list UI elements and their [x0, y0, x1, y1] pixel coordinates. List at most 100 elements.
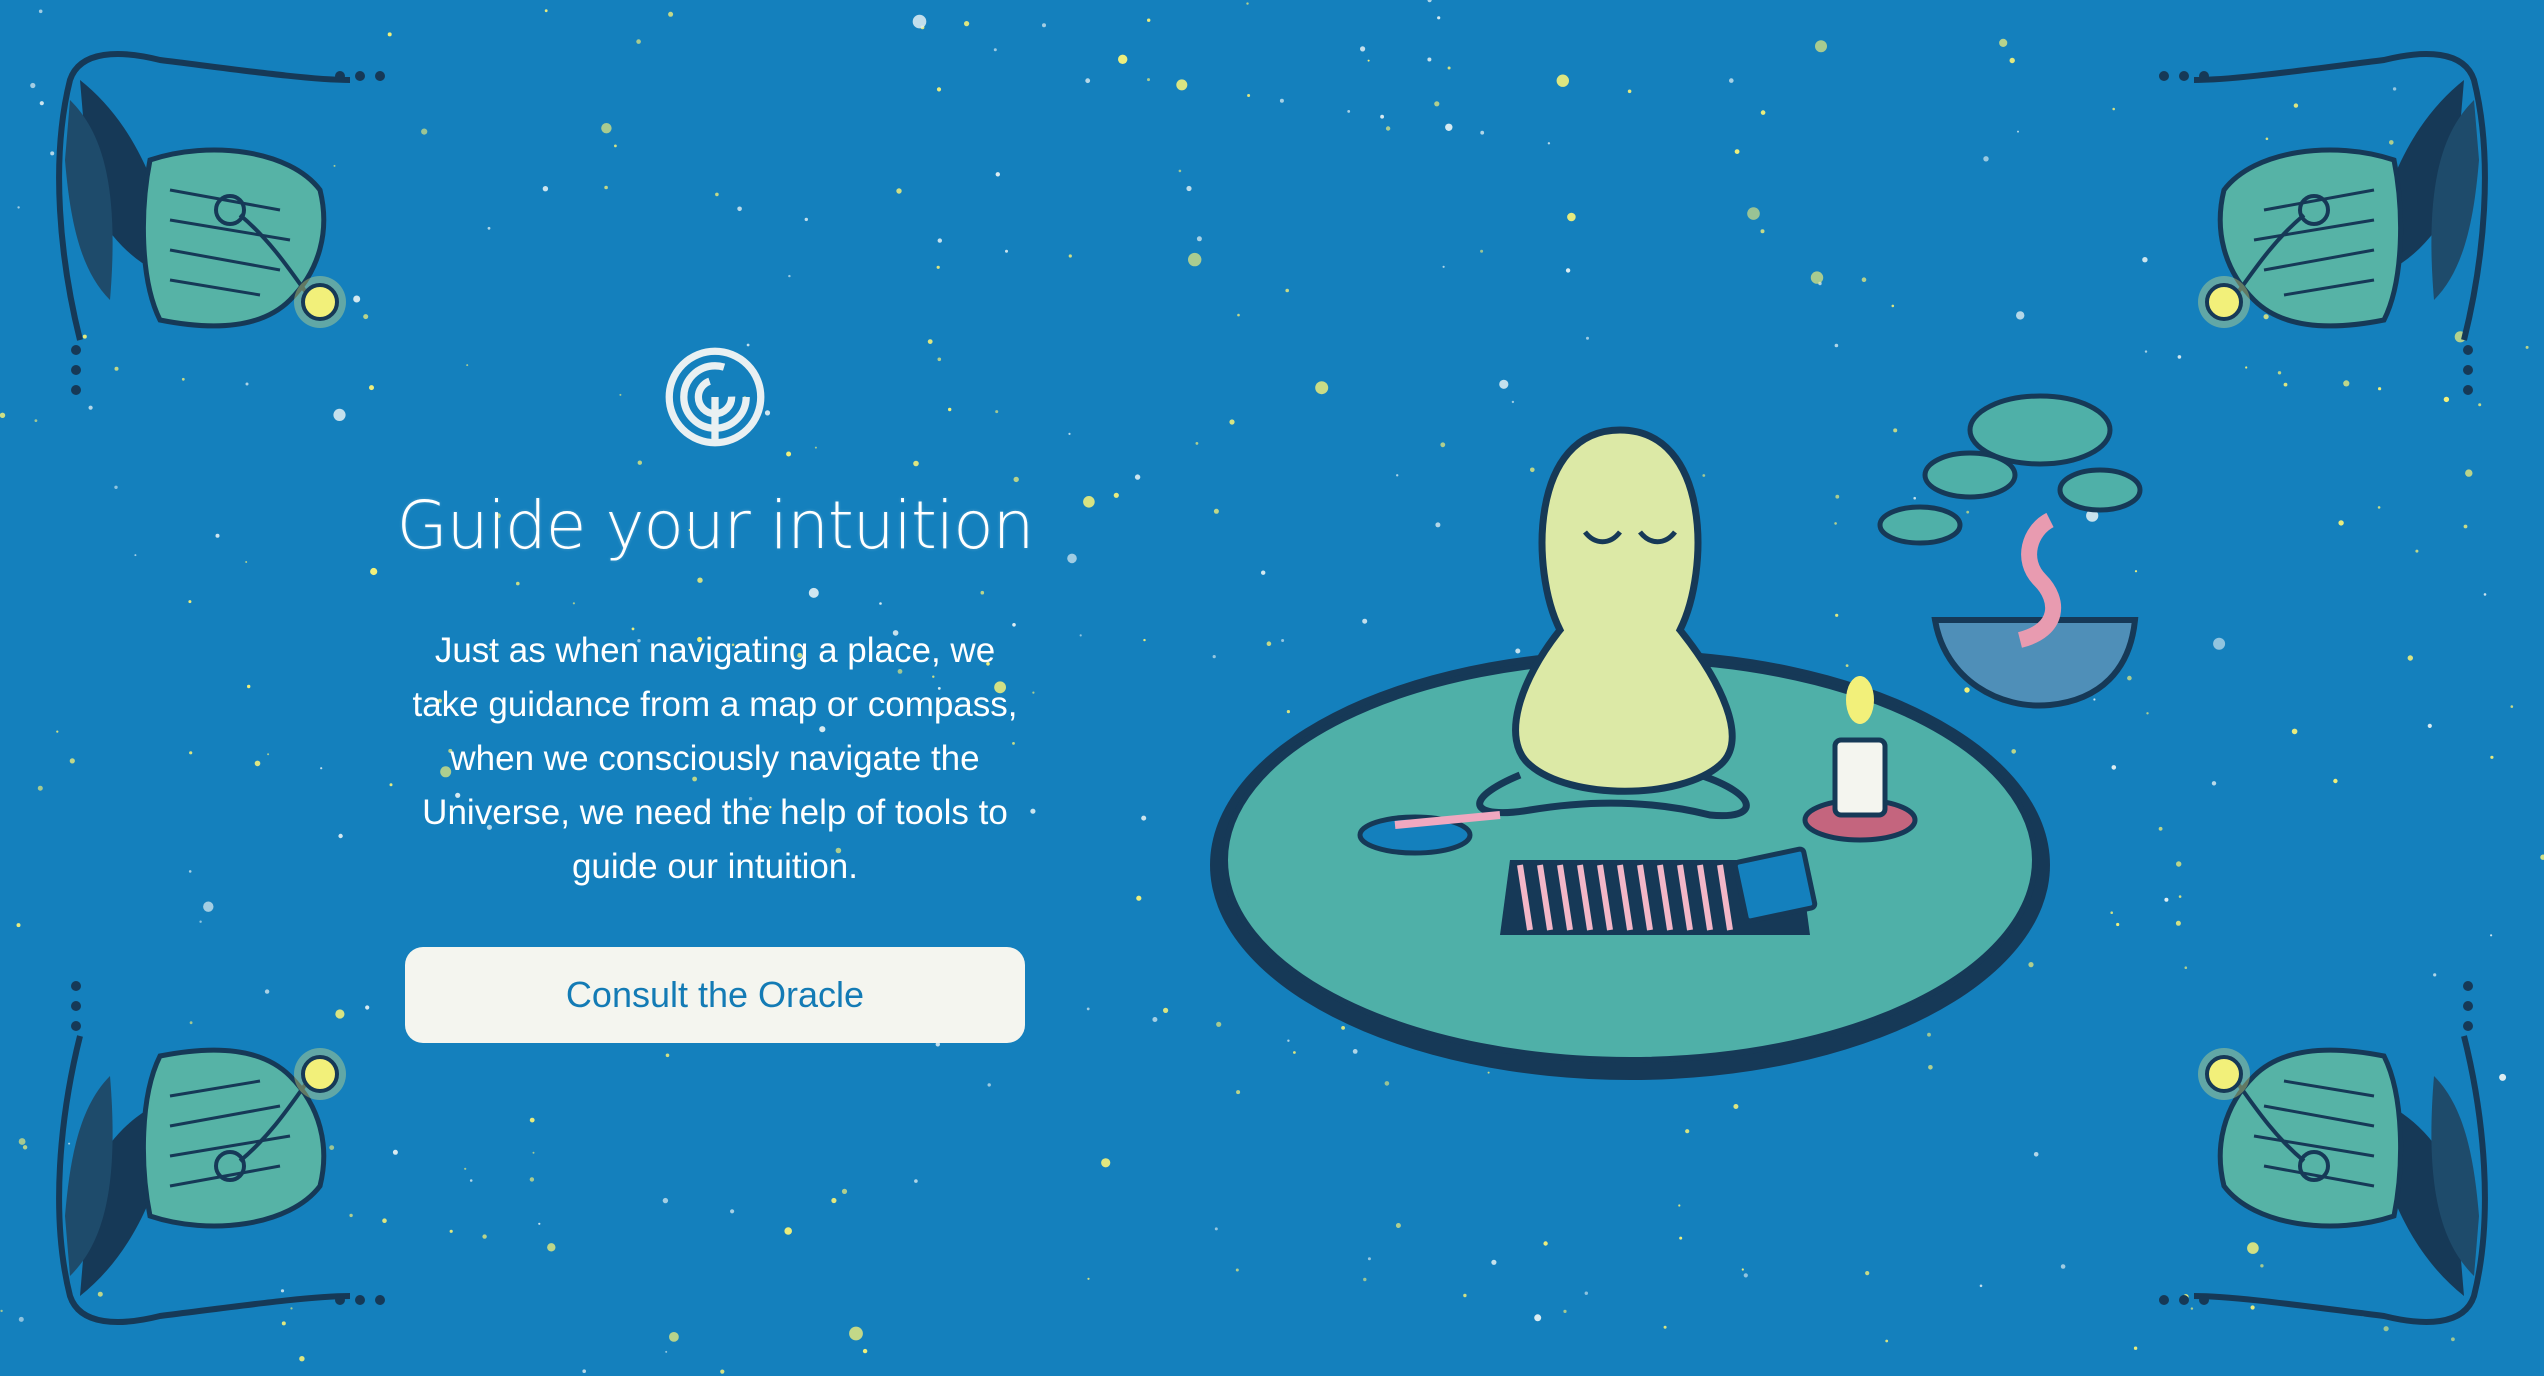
star-dot: [1979, 1284, 1983, 1288]
star-dot: [56, 730, 59, 733]
star-dot: [1810, 271, 1824, 284]
star-dot: [1760, 229, 1765, 234]
star-dot: [1347, 110, 1351, 113]
star-dot: [529, 1177, 535, 1182]
star-dot: [247, 684, 251, 689]
star-dot: [1134, 474, 1141, 480]
star-dot: [665, 1053, 670, 1058]
star-dot: [1427, 0, 1432, 3]
star-dot: [389, 783, 393, 787]
star-dot: [38, 9, 43, 14]
star-dot: [1367, 59, 1370, 62]
star-dot: [1188, 252, 1202, 267]
star-dot: [22, 1145, 28, 1150]
consult-oracle-button[interactable]: Consult the Oracle: [405, 947, 1025, 1043]
star-dot: [601, 123, 612, 134]
star-dot: [529, 1117, 535, 1123]
star-dot: [487, 226, 491, 230]
star-dot: [1565, 268, 1571, 273]
star-dot: [995, 172, 1000, 177]
star-dot: [1196, 236, 1202, 242]
star-dot: [2333, 778, 2338, 784]
star-dot: [538, 1222, 541, 1225]
star-dot: [2377, 506, 2381, 509]
star-dot: [1480, 249, 1484, 253]
star-dot: [669, 1332, 679, 1342]
star-dot: [1363, 1277, 1367, 1282]
star-dot: [936, 87, 942, 92]
star-dot: [2415, 549, 2419, 553]
star-dot: [927, 339, 933, 344]
star-dot: [34, 419, 38, 422]
fern-leaf-icon: [56, 51, 385, 395]
star-dot: [2060, 1264, 2066, 1269]
star-dot: [0, 1309, 3, 1313]
star-dot: [1085, 78, 1091, 84]
star-dot: [1247, 94, 1251, 97]
star-dot: [30, 82, 36, 89]
star-dot: [964, 21, 970, 27]
star-dot: [203, 901, 214, 912]
star-dot: [2133, 1346, 2138, 1350]
star-dot: [37, 785, 43, 791]
star-dot: [896, 188, 902, 194]
star-dot: [1861, 277, 1867, 283]
star-dot: [1380, 114, 1384, 119]
star-dot: [245, 561, 248, 563]
star-dot: [0, 412, 6, 418]
star-dot: [2175, 920, 2181, 926]
star-dot: [841, 1188, 848, 1194]
star-dot: [1186, 185, 1192, 192]
star-dot: [1176, 79, 1188, 91]
star-dot: [2178, 895, 2182, 898]
star-dot: [1067, 553, 1077, 564]
star-dot: [1163, 1007, 1169, 1014]
star-dot: [482, 1234, 487, 1239]
star-dot: [469, 1179, 473, 1182]
star-dot: [254, 760, 261, 767]
star-dot: [1279, 98, 1284, 103]
star-dot: [1563, 1309, 1567, 1313]
star-dot: [2291, 728, 2298, 735]
star-dot: [1367, 1257, 1371, 1261]
star-dot: [2490, 755, 2494, 759]
star-dot: [662, 1197, 669, 1204]
star-dot: [1235, 1268, 1239, 1272]
star-dot: [1743, 1273, 1748, 1278]
star-dot: [1437, 16, 1441, 20]
star-dot: [2407, 655, 2413, 661]
star-dot: [299, 1356, 305, 1362]
star-dot: [937, 238, 942, 243]
star-dot: [1983, 156, 1989, 162]
star-dot: [1729, 78, 1734, 83]
star-dot: [18, 1316, 24, 1322]
star-dot: [1447, 66, 1451, 70]
bonsai-tree-icon: [1877, 393, 2143, 709]
star-dot: [1285, 288, 1289, 293]
star-dot: [636, 39, 641, 44]
star-dot: [730, 1209, 735, 1214]
star-dot: [2338, 520, 2344, 526]
star-dot: [1547, 142, 1551, 145]
star-dot: [1760, 110, 1766, 115]
fern-leaf-icon: [56, 981, 385, 1325]
star-dot: [788, 274, 791, 278]
star-dot: [1083, 496, 1095, 508]
star-dot: [1865, 1271, 1870, 1276]
star-dot: [17, 206, 20, 209]
star-dot: [2017, 130, 2019, 133]
star-dot: [2463, 524, 2468, 529]
star-dot: [1101, 1158, 1111, 1168]
star-dot: [2176, 861, 2182, 867]
star-dot: [2540, 854, 2544, 860]
star-dot: [320, 767, 323, 770]
fern-leaf-icon: [2159, 981, 2488, 1325]
star-dot: [1427, 57, 1432, 62]
star-dot: [544, 9, 548, 13]
star-dot: [532, 1151, 535, 1154]
star-dot: [665, 1350, 668, 1353]
star-dot: [370, 567, 378, 576]
star-dot: [188, 600, 192, 604]
star-dot: [387, 32, 392, 37]
star-dot: [1147, 18, 1151, 22]
